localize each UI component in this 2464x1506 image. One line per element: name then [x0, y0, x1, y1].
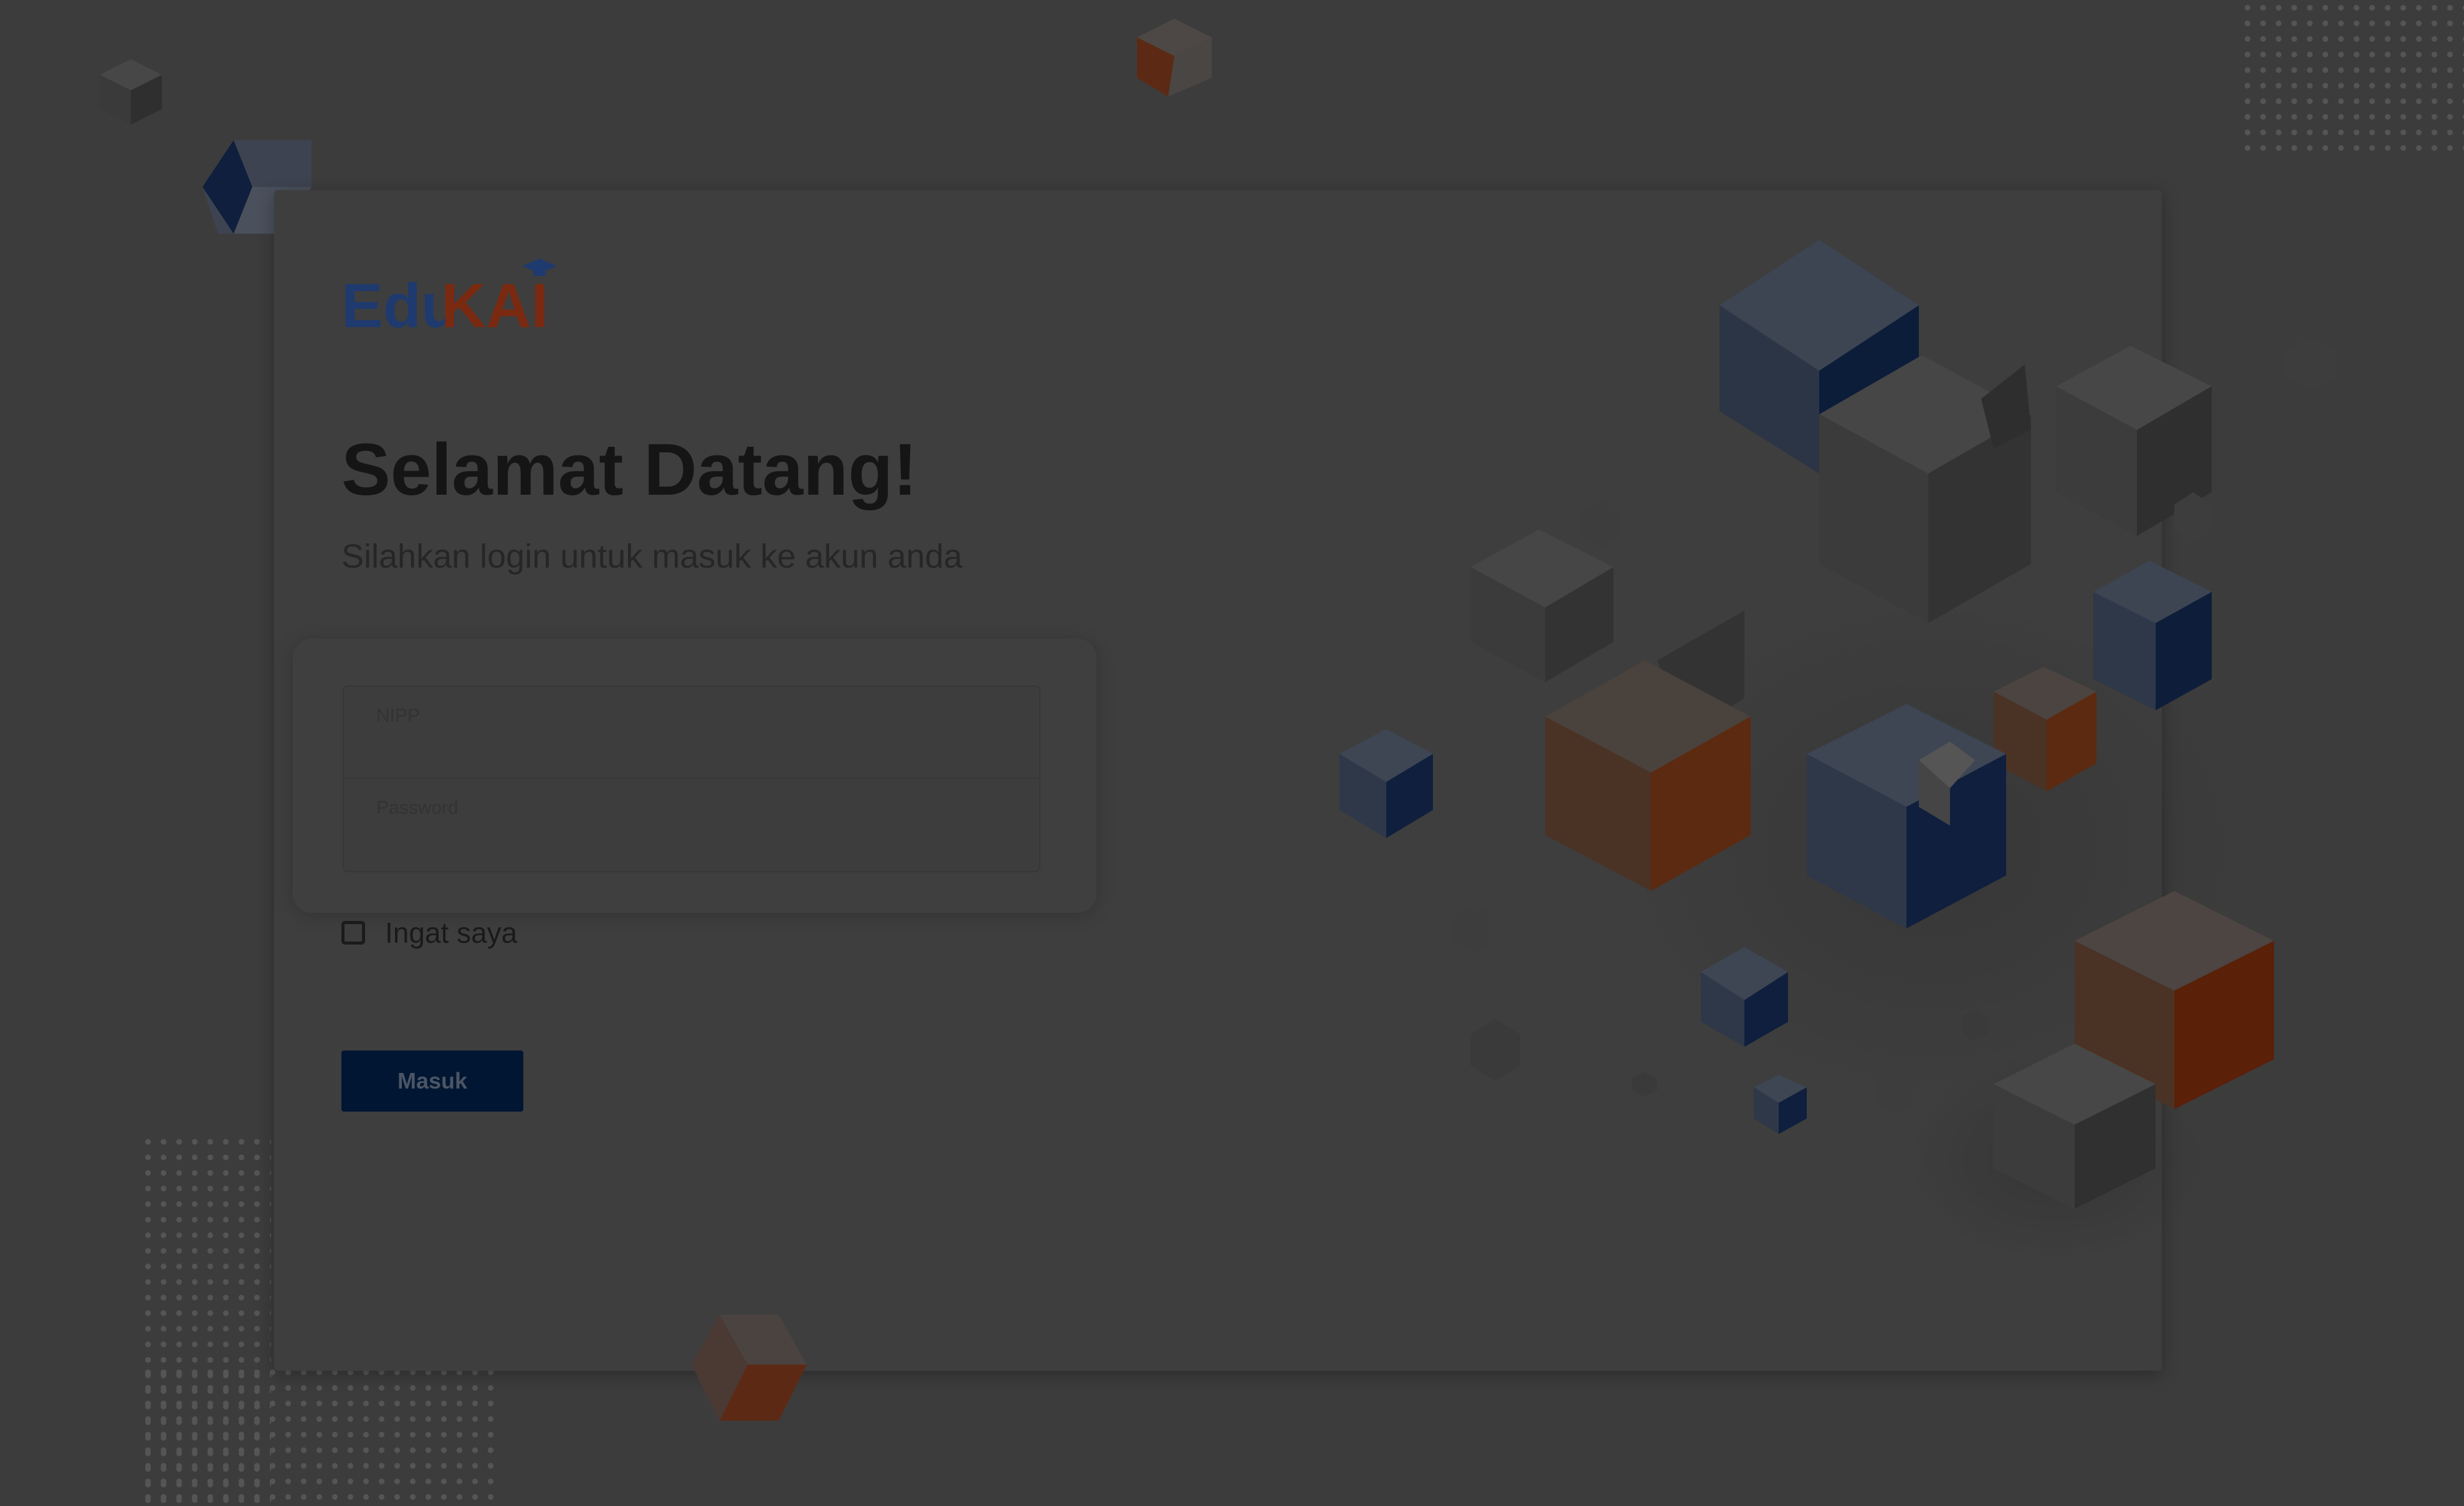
nipp-input[interactable] [376, 732, 1002, 768]
remember-me-checkbox[interactable] [341, 921, 365, 945]
remember-me[interactable]: Ingat saya [341, 916, 517, 950]
password-field[interactable]: Password [343, 779, 1040, 872]
nipp-field[interactable]: NIPP [343, 685, 1040, 779]
cube-gray-left [1470, 530, 1614, 682]
cube-decoration-top-orange [1137, 19, 1212, 97]
page-title: Selamat Datang! [341, 429, 918, 511]
nipp-label: NIPP [376, 705, 421, 726]
login-button[interactable]: Masuk [341, 1051, 523, 1112]
dot-pattern-top-right [2240, 0, 2464, 156]
cube-blue-right [2093, 561, 2212, 710]
isometric-cubes-illustration [1339, 240, 2336, 1265]
password-label: Password [376, 798, 459, 818]
page-subtitle: Silahkan login untuk masuk ke akun anda [341, 538, 963, 575]
cube-decoration-top-left-gray [100, 59, 162, 125]
cube-blue-small-left [1339, 729, 1433, 838]
logo-text-kai: KAI [441, 271, 548, 341]
cube-decoration-bottom-orange [692, 1315, 807, 1421]
edukai-logo: Edu KAI [341, 259, 556, 341]
password-input[interactable] [376, 824, 1002, 860]
dot-pattern-bottom [140, 1365, 495, 1506]
remember-me-label[interactable]: Ingat saya [385, 916, 517, 950]
